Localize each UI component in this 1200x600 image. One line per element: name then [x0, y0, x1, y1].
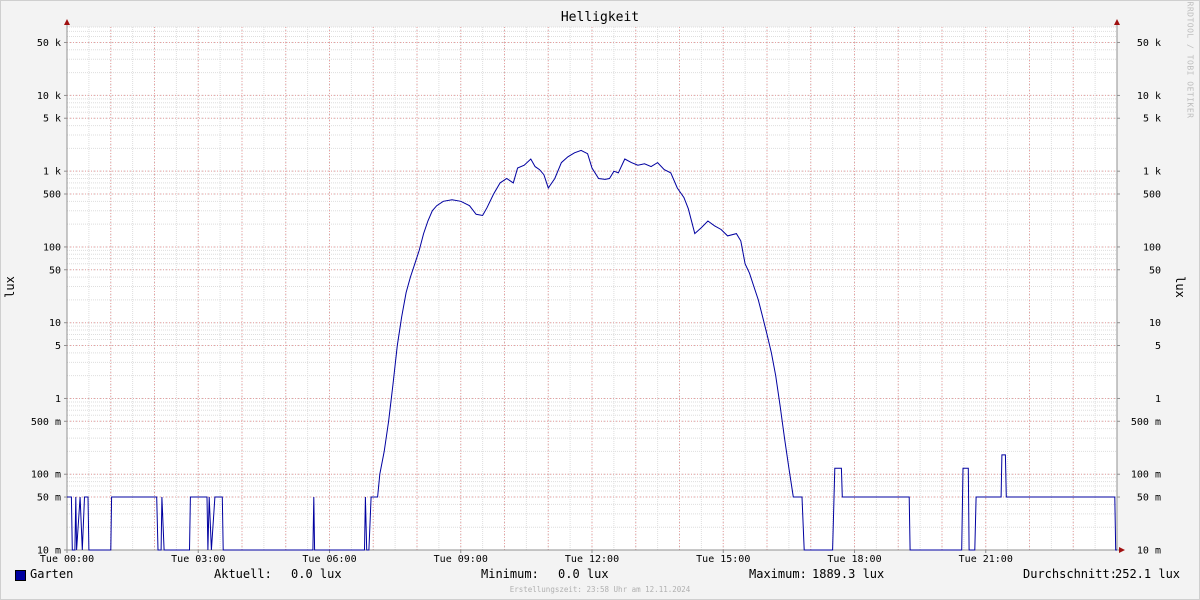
x-axis-arrow	[1119, 547, 1125, 553]
y-tick-label-right: 50 k	[1137, 38, 1161, 49]
legend: Garten Aktuell: 0.0 lux Minimum: 0.0 lux…	[0, 567, 1200, 585]
y-tick-label-left: 500	[43, 189, 61, 200]
stat-min-label: Minimum:	[481, 567, 539, 581]
rrdtool-watermark: RRDTOOL / TOBI OETIKER	[1185, 1, 1195, 119]
stat-current-label: Aktuell:	[214, 567, 272, 581]
legend-series-name: Garten	[30, 567, 74, 581]
y-tick-label-right: 1 k	[1143, 167, 1161, 178]
y-tick-label-left: 1	[55, 394, 61, 405]
y-tick-label-left: 50 m	[37, 493, 61, 504]
stat-max-value: 1889.3 lux	[812, 567, 885, 581]
y-tick-label-left: 5	[55, 341, 61, 352]
stat-avg-value: 252.1 lux	[1115, 567, 1181, 581]
x-tick-label: Tue 09:00	[434, 554, 488, 565]
footer-timestamp: Erstellungszeit: 23:58 Uhr am 12.11.2024	[509, 585, 691, 594]
y-tick-label-right: 100 m	[1131, 470, 1161, 481]
stat-min-value: 0.0 lux	[558, 567, 609, 581]
stat-current-value: 0.0 lux	[291, 567, 342, 581]
y-tick-label-right: 1	[1155, 394, 1161, 405]
chart-title: Helligkeit	[560, 10, 640, 25]
y-tick-label-left: 500 m	[31, 417, 61, 428]
y-tick-label-right: 5	[1155, 341, 1161, 352]
y-tick-label-right: 5 k	[1143, 114, 1161, 125]
y-tick-label-left: 100	[43, 242, 61, 253]
y-tick-label-right: 10 m	[1137, 546, 1161, 557]
y-tick-label-right: 10	[1149, 318, 1161, 329]
x-tick-label: Tue 15:00	[696, 554, 750, 565]
x-tick-label: Tue 00:00	[40, 554, 94, 565]
y-axis-label-right: lux	[1173, 276, 1187, 298]
chart-canvas: 50 k 50 k 10 k 10 k 5 k 5 k 1 k 1 k 500 500 100 100…	[31, 19, 1161, 565]
x-tick-label: Tue 03:00	[171, 554, 225, 565]
y-tick-label-left: 50 k	[37, 38, 61, 49]
y-tick-label-left: 10 k	[37, 91, 61, 102]
x-tick-label: Tue 21:00	[959, 554, 1013, 565]
y-tick-label-left: 50	[49, 265, 61, 276]
y-tick-label-right: 500 m	[1131, 417, 1161, 428]
x-tick-label: Tue 18:00	[827, 554, 881, 565]
y-tick-label-left: 5 k	[43, 114, 61, 125]
x-tick-label: Tue 12:00	[565, 554, 619, 565]
y-tick-label-right: 50	[1149, 265, 1161, 276]
y-tick-label-left: 100 m	[31, 470, 61, 481]
legend-swatch	[15, 570, 26, 581]
y-tick-label-left: 1 k	[43, 167, 61, 178]
stat-max-label: Maximum:	[749, 567, 807, 581]
y-tick-label-right: 500	[1143, 189, 1161, 200]
y-tick-label-right: 10 k	[1137, 91, 1161, 102]
x-tick-label: Tue 06:00	[302, 554, 356, 565]
y-axis-label-left: lux	[3, 276, 17, 298]
y-tick-label-right: 50 m	[1137, 493, 1161, 504]
stat-avg-label: Durchschnitt:	[1023, 567, 1117, 581]
y-tick-label-left: 10	[49, 318, 61, 329]
y-tick-label-right: 100	[1143, 242, 1161, 253]
